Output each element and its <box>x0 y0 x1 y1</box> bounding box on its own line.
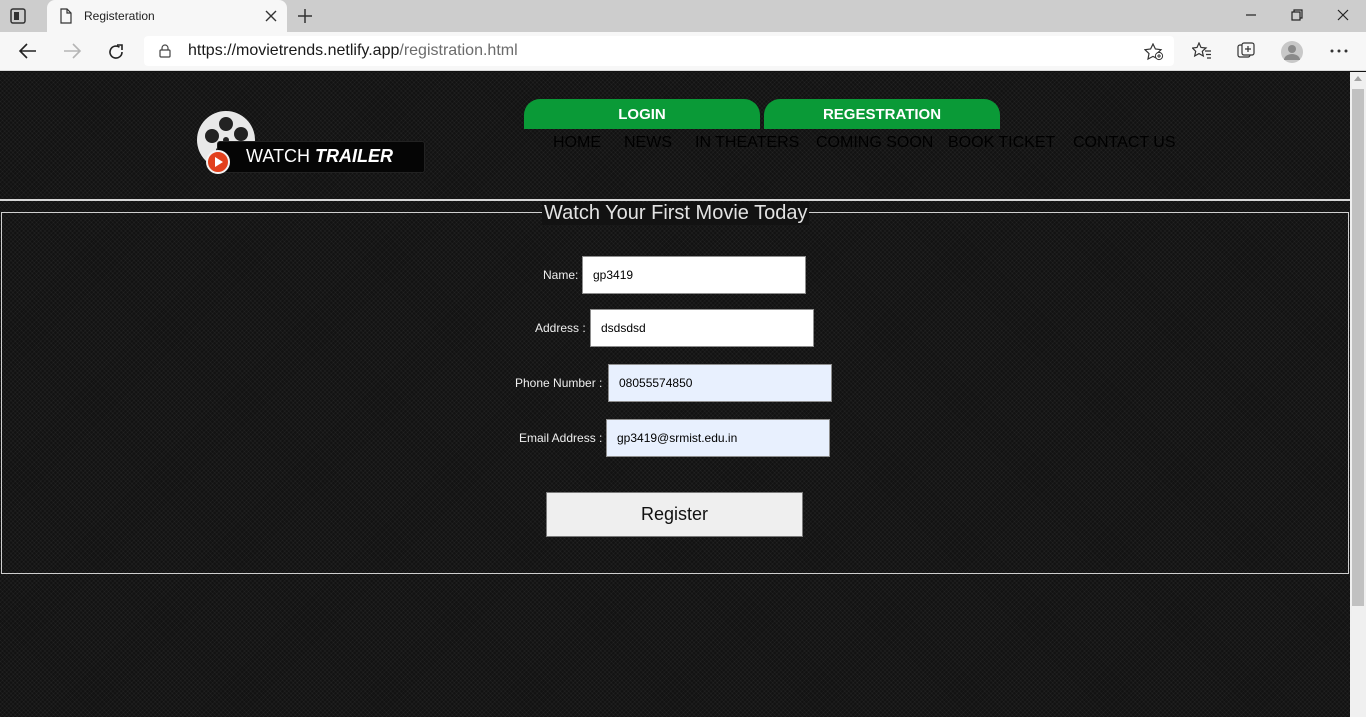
site-logo[interactable]: WATCH TRAILER <box>196 110 426 174</box>
browser-tab[interactable]: Registeration <box>47 0 287 32</box>
favorites-icon[interactable] <box>1192 42 1212 60</box>
tab-title: Registeration <box>84 9 155 23</box>
web-page: WATCH TRAILER LOGIN REGESTRATION HOME NE… <box>0 72 1350 717</box>
refresh-icon[interactable] <box>106 42 126 62</box>
menu-item-news[interactable]: NEWS <box>624 134 672 154</box>
close-tab-icon[interactable] <box>265 10 277 22</box>
scroll-thumb[interactable] <box>1352 89 1364 606</box>
address-label: Address : <box>535 321 586 335</box>
name-field[interactable] <box>582 256 806 294</box>
phone-field[interactable] <box>608 364 832 402</box>
phone-label: Phone Number : <box>515 376 603 390</box>
email-label: Email Address : <box>519 431 603 445</box>
collections-icon[interactable] <box>1236 42 1256 60</box>
page-scrollbar[interactable] <box>1350 72 1366 717</box>
register-button[interactable]: Register <box>546 492 803 537</box>
profile-avatar-icon[interactable] <box>1280 40 1304 64</box>
url-text[interactable]: https://movietrends.netlify.app/registra… <box>188 42 518 60</box>
logo-text: WATCH TRAILER <box>246 146 393 166</box>
forward-icon[interactable] <box>62 42 82 60</box>
scroll-up-arrow-icon[interactable] <box>1354 76 1362 81</box>
tab-actions-icon[interactable] <box>9 7 27 25</box>
address-bar[interactable]: https://movietrends.netlify.app/registra… <box>144 36 1174 66</box>
email-field[interactable] <box>606 419 830 457</box>
menu-item-in-theaters[interactable]: IN THEATERS <box>695 134 799 154</box>
browser-tab-bar: Registeration <box>0 0 1366 32</box>
registration-button[interactable]: REGESTRATION <box>764 99 1000 129</box>
page-icon <box>60 8 72 24</box>
more-options-icon[interactable] <box>1330 49 1348 53</box>
menu-item-coming-soon[interactable]: COMING SOON <box>816 134 933 154</box>
menu-item-contact-us[interactable]: CONTACT US <box>1073 134 1176 154</box>
menu-item-home[interactable]: HOME <box>553 134 601 154</box>
menu-item-book-ticket[interactable]: BOOK TICKET <box>948 134 1055 154</box>
address-field[interactable] <box>590 309 814 347</box>
add-favorite-icon[interactable] <box>1144 43 1164 61</box>
back-icon[interactable] <box>18 42 38 60</box>
restore-icon[interactable] <box>1290 8 1304 22</box>
header-divider <box>0 199 1350 201</box>
browser-toolbar: https://movietrends.netlify.app/registra… <box>0 32 1366 71</box>
play-icon <box>206 150 230 174</box>
close-window-icon[interactable] <box>1336 8 1350 22</box>
minimize-icon[interactable] <box>1244 8 1258 22</box>
login-button[interactable]: LOGIN <box>524 99 760 129</box>
form-legend: Watch Your First Movie Today <box>542 202 810 225</box>
name-label: Name: <box>543 268 579 282</box>
lock-icon[interactable] <box>159 44 171 58</box>
new-tab-icon[interactable] <box>296 7 314 25</box>
